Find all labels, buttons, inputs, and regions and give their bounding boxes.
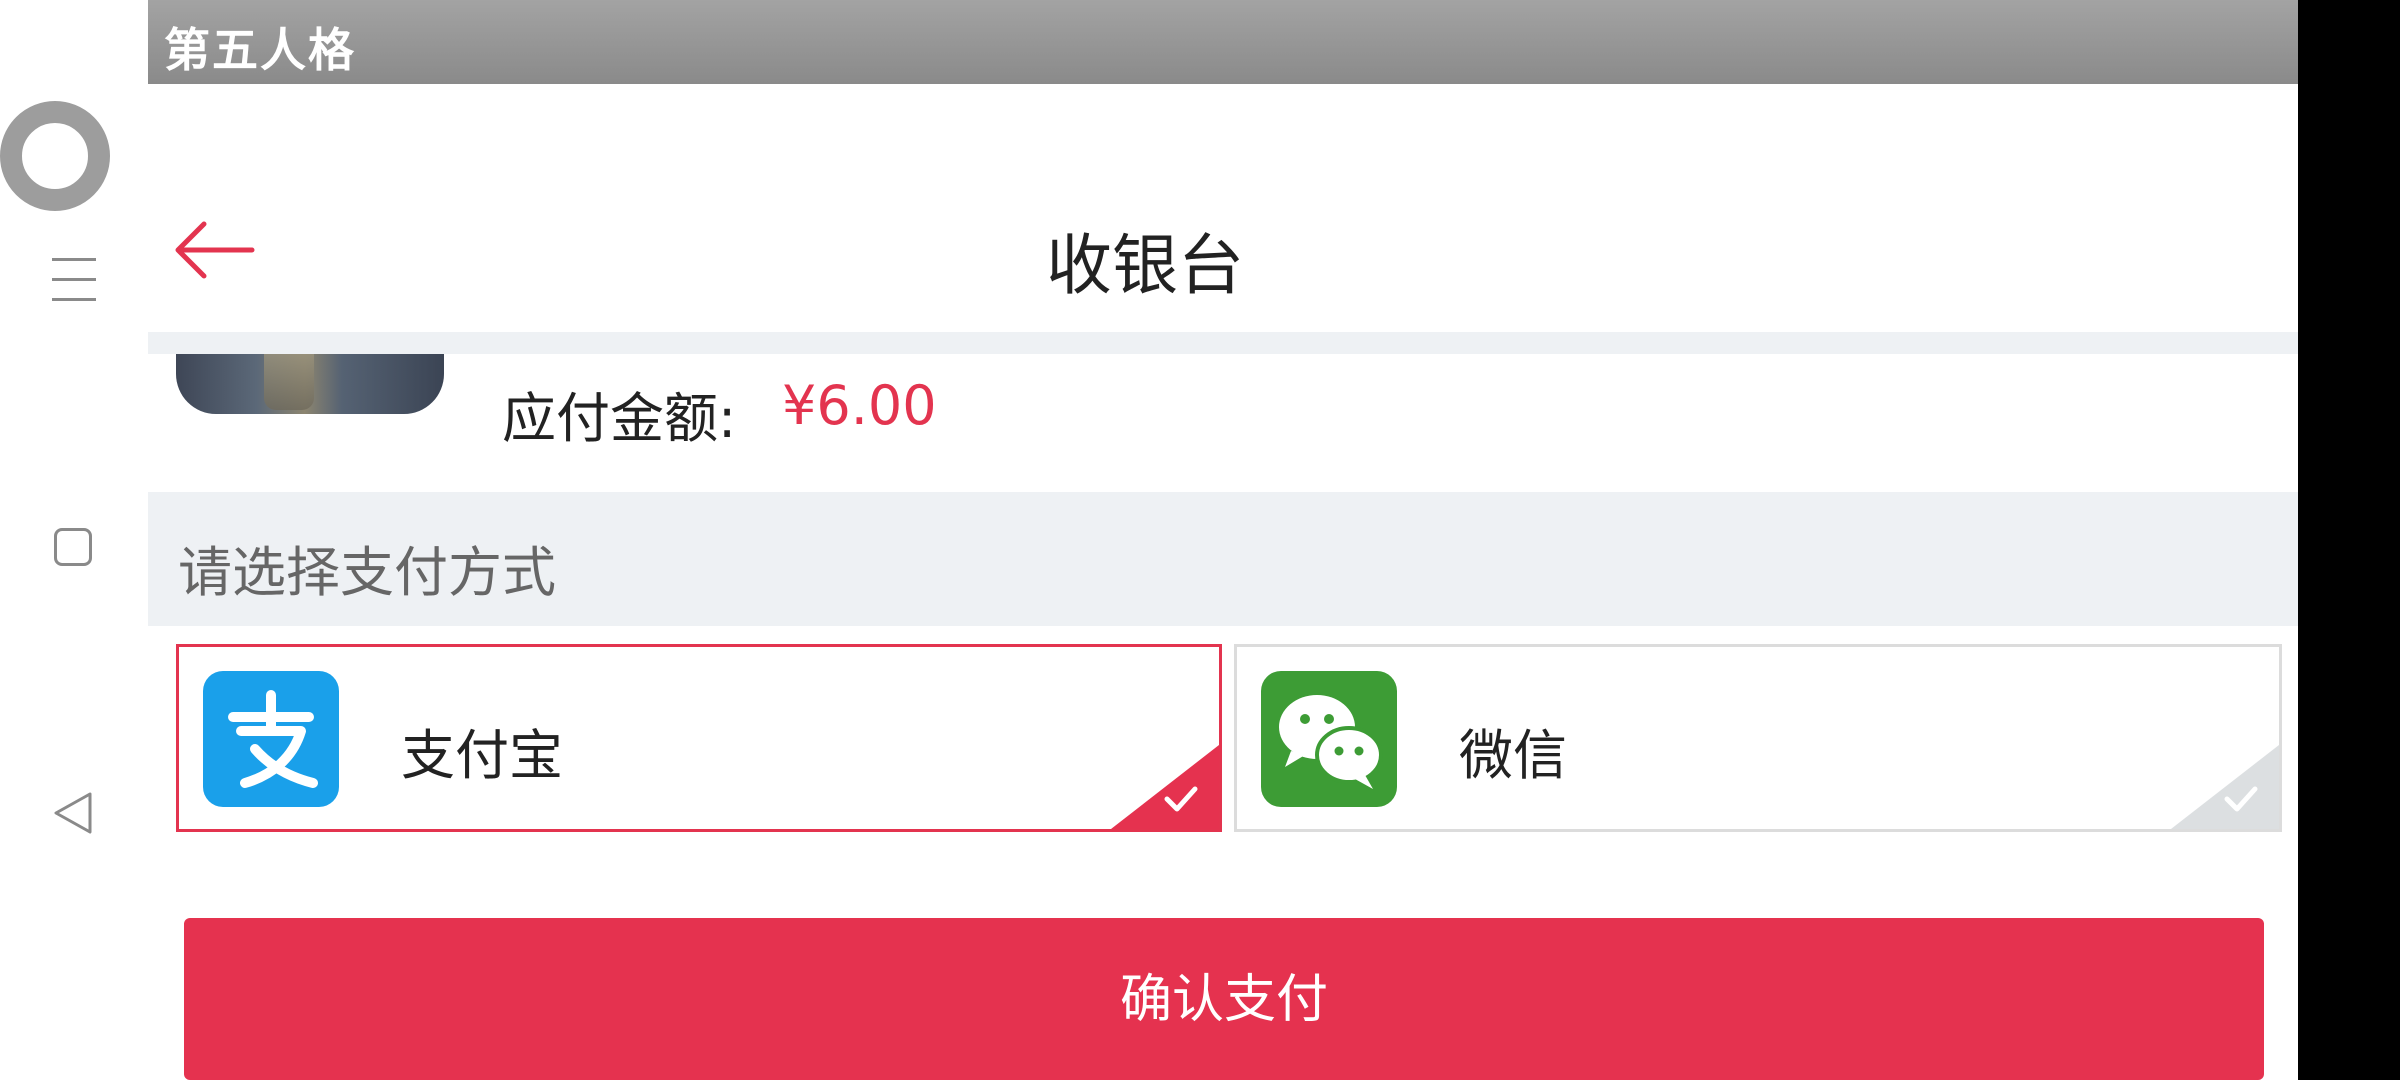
confirm-payment-button[interactable]: 确认支付 (184, 918, 2264, 1080)
screen-edge (2298, 0, 2400, 1080)
page-title-text: 收银台 (1046, 227, 1244, 304)
amount-label: 应付金额: (502, 387, 737, 450)
menu-icon[interactable] (52, 258, 96, 302)
window-titlebar: 第五人格 (148, 0, 2298, 84)
payment-option-label: 微信 (1459, 724, 1567, 787)
screen-record-icon[interactable] (0, 101, 110, 211)
selected-check-icon (1111, 745, 1219, 829)
system-nav-bar (0, 0, 148, 1080)
payment-option-alipay[interactable]: 支付宝 (176, 644, 1222, 832)
page-title: 收银台 (148, 212, 2298, 308)
payment-section-label: 请选择支付方式 (178, 541, 556, 604)
payment-option-label: 支付宝 (401, 724, 563, 787)
back-triangle-icon[interactable] (52, 790, 94, 836)
amount-value: ¥6.00 (782, 374, 937, 437)
recent-apps-icon[interactable] (54, 528, 92, 566)
payment-section-header: 请选择支付方式 (148, 492, 2298, 626)
unselected-check-icon (2171, 745, 2279, 829)
app-window: 第五人格 收银台 应付金额: ¥6.00 请选择支付方式 支付宝 微信 确认支付 (148, 0, 2298, 1080)
payment-option-wechat[interactable]: 微信 (1234, 644, 2282, 832)
window-title: 第五人格 (164, 23, 356, 77)
wechat-icon (1261, 671, 1397, 807)
product-thumbnail (176, 354, 444, 414)
divider (148, 332, 2298, 354)
amount-row: 应付金额: ¥6.00 (148, 354, 2298, 492)
alipay-icon (203, 671, 339, 807)
